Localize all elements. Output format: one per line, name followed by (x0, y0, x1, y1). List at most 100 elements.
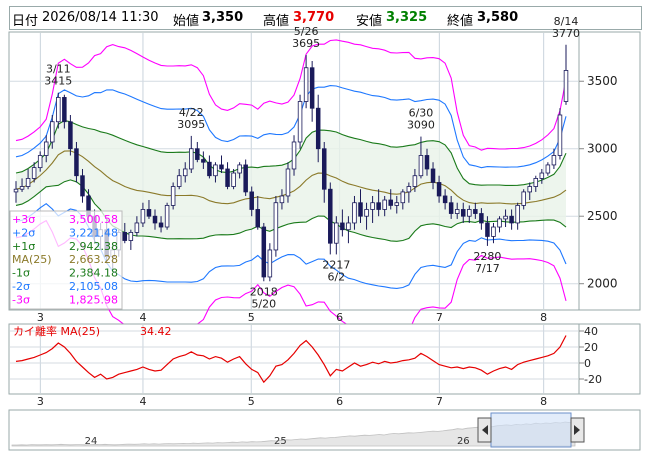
navigator-range-window[interactable] (490, 412, 572, 448)
deviation-x-tick-label: 6 (336, 395, 343, 408)
candle (261, 222, 267, 282)
candle-body (122, 232, 128, 241)
candle-body (352, 202, 357, 224)
candle-body (237, 164, 242, 174)
candle-body (201, 159, 206, 163)
candle-body (430, 168, 436, 183)
candle-body (140, 209, 146, 224)
price-y-tick-label: 2500 (587, 209, 618, 223)
legend-value: 2,384.18 (69, 267, 118, 280)
deviation-x-tick-label: 3 (37, 395, 44, 408)
candle-body (315, 107, 321, 150)
candle-body (340, 222, 345, 231)
navigator-left-handle[interactable] (477, 417, 492, 443)
price-x-tick-label: 3 (37, 311, 44, 324)
price-y-tick-label: 2000 (587, 277, 618, 291)
legend-name: +1σ (12, 240, 35, 253)
candle-body (364, 209, 369, 217)
legend-value: 2,663.28 (69, 253, 118, 266)
candle-body (418, 155, 424, 177)
candle-body (182, 168, 188, 177)
candle-body (273, 202, 279, 251)
annotation-date: 6/2 (327, 270, 345, 283)
candle-body (485, 222, 490, 237)
deviation-value: 34.42 (140, 325, 172, 338)
navigator-x-tick-label: 25 (274, 436, 287, 447)
candle-body (460, 209, 466, 217)
candle-body (261, 226, 267, 278)
candle-body (219, 164, 224, 170)
candle-body (473, 209, 478, 214)
navigator-right-handle[interactable] (570, 417, 585, 443)
candle-body (279, 195, 285, 204)
candle (164, 202, 170, 230)
price-x-tick-label: 8 (540, 311, 547, 324)
annotation-value: 3415 (44, 75, 72, 88)
candle-body (545, 164, 551, 174)
candle (170, 182, 176, 210)
price-x-tick-label: 6 (336, 311, 343, 324)
deviation-y-tick-label: 20 (584, 341, 598, 354)
candle-body (207, 161, 212, 177)
candle-body (334, 222, 339, 244)
candle-body (68, 121, 73, 150)
candle-body (189, 148, 194, 170)
candle-body (158, 222, 164, 228)
candle-body (503, 215, 508, 220)
candle-body (533, 178, 539, 187)
candle (243, 159, 248, 196)
navigator-x-tick-label: 24 (85, 436, 98, 447)
candle-body (406, 186, 412, 193)
candle-body (80, 175, 85, 197)
candle-body (50, 121, 55, 143)
candle-body (551, 155, 557, 166)
candle-body (358, 202, 363, 217)
price-y-tick-label: 3000 (587, 142, 618, 156)
candle-body (376, 202, 381, 210)
candle-body (309, 67, 315, 109)
candle-body (297, 101, 303, 143)
candle (557, 108, 563, 160)
candle-body (467, 209, 472, 217)
candle-body (321, 148, 327, 190)
legend-value: 2,105.08 (69, 280, 118, 293)
candle-body (43, 141, 49, 156)
candle-body (328, 188, 333, 244)
candle-body (128, 232, 134, 241)
candle-body (25, 178, 31, 187)
candle-body (164, 205, 170, 228)
candle-body (448, 202, 454, 214)
annotation-date: 5/20 (251, 297, 276, 310)
candle-body (255, 209, 261, 228)
candle-body (231, 172, 236, 187)
legend-name: -2σ (12, 280, 30, 293)
annotation-value: 3695 (292, 37, 320, 50)
candle-body (19, 186, 25, 190)
candle-body (424, 155, 430, 170)
candle-body (243, 164, 248, 193)
candle-body (527, 186, 532, 193)
band-legend: +3σ 3,500.58 +2σ 3,221.48 +1σ 2,942.38 MA(25) 2… (9, 210, 123, 310)
candle-body (412, 175, 418, 187)
candle-body (176, 175, 182, 187)
annotation-value: 3770 (552, 27, 580, 40)
candle-body (370, 202, 375, 210)
deviation-x-ticks: 3 4 5 6 7 8 (37, 395, 547, 408)
candle-body (479, 213, 484, 224)
candle-body (346, 222, 351, 231)
candle-body (303, 67, 309, 102)
candle-body (249, 191, 254, 210)
legend-name: +2σ (12, 226, 35, 239)
deviation-y-tick-label: -20 (584, 373, 602, 386)
legend-value: 2,942.38 (69, 240, 118, 253)
candle-body (213, 164, 218, 177)
candle-body (491, 226, 496, 237)
candle-body (152, 215, 158, 224)
annotation-date: 7/17 (475, 262, 500, 275)
candle-body (62, 97, 67, 123)
legend-name: -1σ (12, 267, 30, 280)
stock-chart-widget: 日付 2026/08/14 11:30 始値 3,350 高値 3,770 安値… (0, 0, 653, 470)
chart-canvas: 3/1134154/2230955/26369520185/2022176/26… (8, 15, 641, 451)
candle-body (13, 188, 19, 193)
legend-value: 3,221.48 (69, 226, 118, 239)
